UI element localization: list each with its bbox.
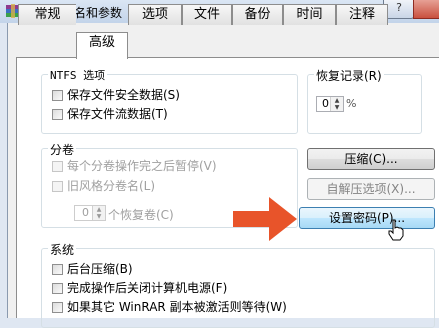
tab-general-left: 常规 [18,4,76,25]
tab-label: 备份 [244,7,271,22]
hand-cursor-icon [388,219,404,241]
background-compress-checkbox[interactable]: 后台压缩(B) [52,262,133,278]
checkbox-box[interactable] [52,302,63,313]
checkbox-box[interactable] [52,90,63,101]
ntfs-options-legend: NTFS 选项 [48,67,108,83]
recovery-record-group: 恢复记录(R) 0 ▲ ▼ % [307,67,422,134]
checkbox-label: 如果其它 WinRAR 副本被激活则等待(W) [67,300,287,314]
recovery-percent-spinner[interactable]: 0 ▲ ▼ [316,96,344,112]
spinner-arrows[interactable]: ▲ ▼ [92,206,105,220]
spinner-arrows[interactable]: ▲ ▼ [330,97,343,111]
volumes-legend: 分卷 [48,141,77,158]
tab-label: 文件 [193,7,220,22]
checkbox-label: 保存文件安全数据(S) [67,88,180,102]
sfx-options-button[interactable]: 自解压选项(X)... [307,178,435,200]
arrow-right-icon [233,197,297,241]
checkbox-label: 旧风格分卷名(L) [67,179,156,193]
spinner-value: 0 [322,97,329,110]
recovery-unit: % [346,97,357,110]
tab-label: 常规 [34,7,61,22]
save-security-checkbox[interactable]: 保存文件安全数据(S) [52,88,180,104]
pause-after-volume-checkbox[interactable]: 每个分卷操作完之后暂停(V) [52,159,217,175]
checkbox-box[interactable] [52,109,63,120]
tab-label: 时间 [296,7,323,22]
checkbox-box[interactable] [52,264,63,275]
wait-other-winrar-checkbox[interactable]: 如果其它 WinRAR 副本被激活则等待(W) [52,300,287,316]
tab-files[interactable]: 文件 [182,4,232,25]
system-legend: 系统 [48,241,77,258]
old-style-volume-names-checkbox[interactable]: 旧风格分卷名(L) [52,179,155,195]
power-off-when-done-checkbox[interactable]: 完成操作后关闭计算机电源(F) [52,281,227,297]
checkbox-label: 保存文件流数据(T) [67,107,168,121]
system-group: 系统 后台压缩(B) 完成操作后关闭计算机电源(F) 如果其它 WinRAR 副… [41,241,435,328]
set-password-button[interactable]: 设置密码(P)... [299,207,435,229]
ntfs-options-group: NTFS 选项 保存文件安全数据(S) 保存文件流数据(T) [41,67,298,134]
tab-backup[interactable]: 备份 [232,4,283,25]
compression-button[interactable]: 压缩(C)... [307,148,435,170]
recovery-volumes-label: 个恢复卷(C) [108,208,174,222]
checkbox-label: 每个分卷操作完之后暂停(V) [67,159,217,173]
tab-comment[interactable]: 注释 [336,4,388,25]
tab-label: 注释 [348,7,375,22]
tab-options[interactable]: 选项 [128,4,182,25]
checkbox-box[interactable] [52,181,63,192]
tab-label: 选项 [141,7,168,22]
checkbox-box[interactable] [52,161,63,172]
save-streams-checkbox[interactable]: 保存文件流数据(T) [52,107,168,123]
recovery-record-legend: 恢复记录(R) [314,67,384,84]
recovery-volumes-spinner[interactable]: 0 ▲ ▼ [74,205,106,221]
close-button[interactable] [413,0,439,19]
tab-time[interactable]: 时间 [283,4,336,25]
checkbox-label: 后台压缩(B) [67,262,133,276]
checkbox-label: 完成操作后关闭计算机电源(F) [67,281,228,295]
spinner-value: 0 [82,206,89,219]
checkbox-box[interactable] [52,283,63,294]
tab-panel-advanced: NTFS 选项 保存文件安全数据(S) 保存文件流数据(T) 恢复记录(R) 0… [16,57,439,328]
tab-advanced[interactable]: 高级 [76,32,128,59]
tab-label: 高级 [88,35,115,50]
